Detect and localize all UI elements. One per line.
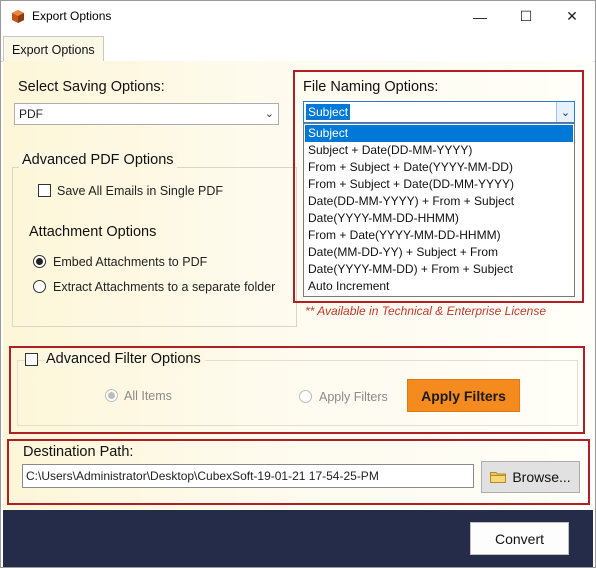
all-items-radio[interactable] — [105, 389, 118, 402]
naming-option-subject-date-ddmmyyyy[interactable]: Subject + Date(DD-MM-YYYY) — [305, 142, 573, 159]
naming-option-subject[interactable]: Subject — [305, 125, 573, 142]
minimize-button[interactable]: — — [457, 1, 503, 32]
naming-option-from-date[interactable]: From + Date(YYYY-MM-DD-HHMM) — [305, 227, 573, 244]
main-content: Select Saving Options: PDF ⌄ Advanced PD… — [3, 61, 593, 510]
naming-option-date-yyyymmdd-from-subject[interactable]: Date(YYYY-MM-DD) + From + Subject — [305, 261, 573, 278]
advanced-filter-checkbox[interactable] — [25, 353, 38, 366]
embed-attachments-radio[interactable] — [33, 255, 46, 268]
save-all-single-pdf-label: Save All Emails in Single PDF — [57, 184, 224, 198]
saving-format-value: PDF — [19, 107, 43, 121]
naming-option-auto-increment[interactable]: Auto Increment — [305, 278, 573, 295]
apply-filters-radio-label: Apply Filters — [319, 390, 388, 404]
apply-filters-button[interactable]: Apply Filters — [407, 379, 520, 412]
extract-attachments-radio[interactable] — [33, 280, 46, 293]
attachment-options-title: Attachment Options — [29, 224, 157, 240]
convert-button[interactable]: Convert — [470, 522, 569, 555]
app-icon — [12, 10, 24, 23]
chevron-down-icon: ⌄ — [264, 108, 274, 120]
close-button[interactable]: ✕ — [549, 1, 595, 32]
title-bar: Export Options — ☐ ✕ — [1, 1, 595, 32]
tab-strip: Export Options — [1, 32, 595, 62]
file-naming-selected-value: Subject — [306, 104, 351, 120]
file-naming-select[interactable]: Subject ⌄ — [303, 101, 575, 123]
maximize-button[interactable]: ☐ — [503, 1, 549, 32]
browse-button[interactable]: Browse... — [481, 461, 580, 493]
file-naming-title: File Naming Options: — [303, 79, 439, 95]
tab-export-options[interactable]: Export Options — [3, 36, 104, 62]
naming-option-from-subject-date-yyyymmdd[interactable]: From + Subject + Date(YYYY-MM-DD) — [305, 159, 573, 176]
pdf-options-title: Advanced PDF Options — [19, 152, 177, 168]
chevron-down-icon[interactable]: ⌄ — [556, 102, 574, 122]
saving-format-select[interactable]: PDF ⌄ — [14, 103, 279, 125]
naming-option-date-yyyymmddhhmm[interactable]: Date(YYYY-MM-DD-HHMM) — [305, 210, 573, 227]
save-all-single-pdf-checkbox[interactable] — [38, 184, 51, 197]
license-note: ** Available in Technical & Enterprise L… — [305, 304, 547, 318]
export-options-window: Export Options — ☐ ✕ Export Options Sele… — [0, 0, 596, 568]
all-items-label: All Items — [124, 389, 172, 403]
naming-option-date-from-subject[interactable]: Date(DD-MM-YYYY) + From + Subject — [305, 193, 573, 210]
apply-filters-radio[interactable] — [299, 390, 312, 403]
browse-label: Browse... — [512, 469, 571, 485]
file-naming-dropdown-list: Subject Subject + Date(DD-MM-YYYY) From … — [303, 123, 575, 297]
embed-attachments-label: Embed Attachments to PDF — [53, 255, 208, 269]
advanced-filter-title: Advanced Filter Options — [45, 351, 205, 367]
destination-title: Destination Path: — [23, 444, 134, 460]
maximize-icon: ☐ — [519, 8, 533, 24]
extract-attachments-label: Extract Attachments to a separate folder — [53, 280, 276, 294]
naming-option-date-subject-from[interactable]: Date(MM-DD-YY) + Subject + From — [305, 244, 573, 261]
minimize-icon: — — [473, 8, 487, 25]
window-title: Export Options — [32, 9, 112, 23]
folder-icon — [490, 472, 507, 483]
naming-option-from-subject-date-ddmmyyyy[interactable]: From + Subject + Date(DD-MM-YYYY) — [305, 176, 573, 193]
footer-bar: Convert — [3, 510, 593, 567]
destination-path-input[interactable]: C:\Users\Administrator\Desktop\CubexSoft… — [22, 464, 474, 488]
close-icon: ✕ — [566, 8, 578, 24]
saving-options-title: Select Saving Options: — [18, 79, 165, 95]
